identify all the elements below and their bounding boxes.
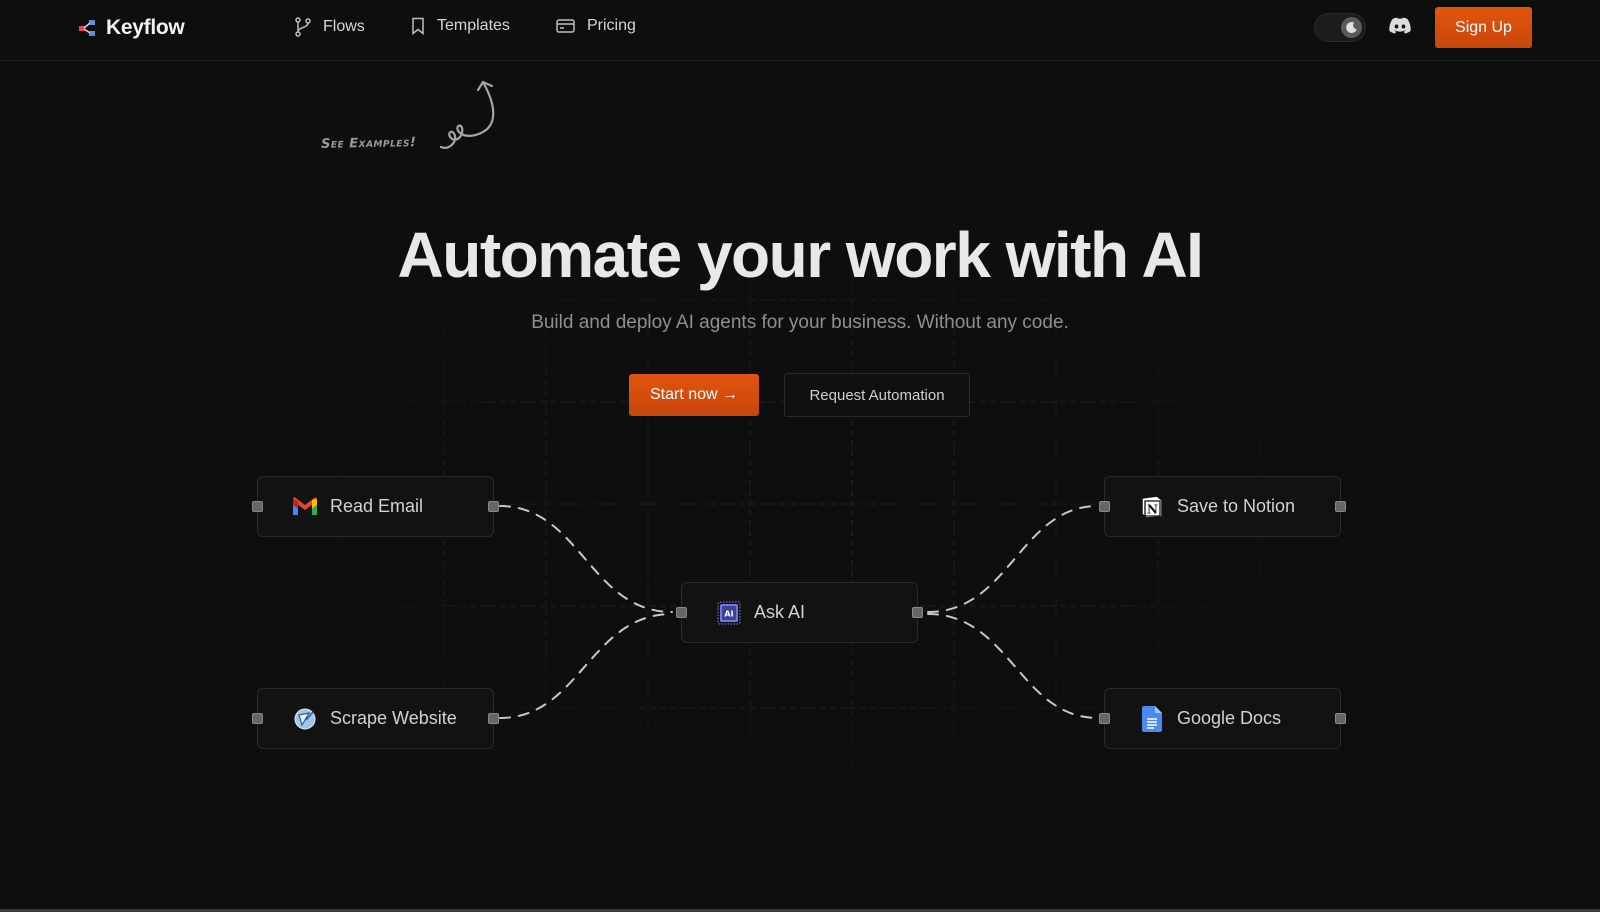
see-examples-annotation[interactable]: See Examples!	[321, 135, 417, 152]
start-now-button[interactable]: Start now →	[629, 374, 759, 416]
nav-flows[interactable]: Flows	[295, 17, 365, 37]
output-port[interactable]	[488, 501, 499, 512]
output-port[interactable]	[1335, 713, 1346, 724]
nav-templates[interactable]: Templates	[411, 17, 510, 35]
nav-pricing[interactable]: Pricing	[556, 17, 636, 35]
input-port[interactable]	[1099, 713, 1110, 724]
theme-toggle[interactable]	[1314, 13, 1366, 42]
brand-name: Keyflow	[106, 16, 185, 39]
scrape-icon	[292, 706, 318, 732]
git-branch-icon	[295, 17, 311, 37]
gmail-icon	[292, 494, 318, 520]
svg-text:N: N	[1147, 502, 1158, 516]
output-port[interactable]	[488, 713, 499, 724]
input-port[interactable]	[676, 607, 687, 618]
node-label: Scrape Website	[330, 708, 457, 728]
svg-text:AI: AI	[724, 609, 733, 618]
flow-node-ask-ai[interactable]: AI Ask AI	[676, 582, 923, 643]
nav-flows-label: Flows	[323, 18, 365, 35]
nav-templates-label: Templates	[437, 17, 510, 34]
hero-subtitle: Build and deploy AI agents for your busi…	[531, 312, 1069, 333]
output-port[interactable]	[1335, 501, 1346, 512]
discord-icon	[1389, 17, 1411, 34]
flow-node-google-docs[interactable]: Google Docs	[1099, 688, 1346, 749]
credit-card-icon	[556, 19, 575, 33]
node-label: Ask AI	[754, 602, 806, 622]
notion-icon: N	[1139, 494, 1165, 520]
bookmark-icon	[412, 17, 424, 35]
node-label: Read Email	[330, 496, 424, 516]
nav-pricing-label: Pricing	[587, 17, 636, 34]
toggle-knob	[1341, 17, 1362, 38]
curly-arrow-icon	[439, 80, 495, 149]
keyflow-logo-icon	[79, 20, 95, 36]
flow-node-save-to-notion[interactable]: N Save to Notion	[1099, 476, 1346, 537]
sign-up-button[interactable]: Sign Up	[1435, 7, 1532, 48]
request-automation-button[interactable]: Request Automation	[784, 373, 970, 417]
moon-icon	[1346, 21, 1357, 33]
input-port[interactable]	[252, 501, 263, 512]
output-port[interactable]	[912, 607, 923, 618]
top-navbar: Keyflow Flows Templates Pricing Sign Up	[0, 0, 1600, 61]
node-label: Save to Notion	[1177, 496, 1296, 516]
background-grid	[240, 190, 1360, 780]
flow-node-read-email[interactable]: Read Email	[252, 476, 499, 537]
discord-link[interactable]	[1389, 17, 1411, 39]
hero-title: Automate your work with AI	[397, 219, 1204, 291]
google-docs-icon	[1139, 705, 1165, 732]
input-port[interactable]	[1099, 501, 1110, 512]
brand-logo[interactable]: Keyflow	[78, 16, 185, 40]
flow-node-scrape-website[interactable]: Scrape Website	[252, 688, 499, 749]
node-label: Google Docs	[1177, 708, 1282, 728]
input-port[interactable]	[252, 713, 263, 724]
ai-chip-icon: AI	[716, 600, 742, 626]
